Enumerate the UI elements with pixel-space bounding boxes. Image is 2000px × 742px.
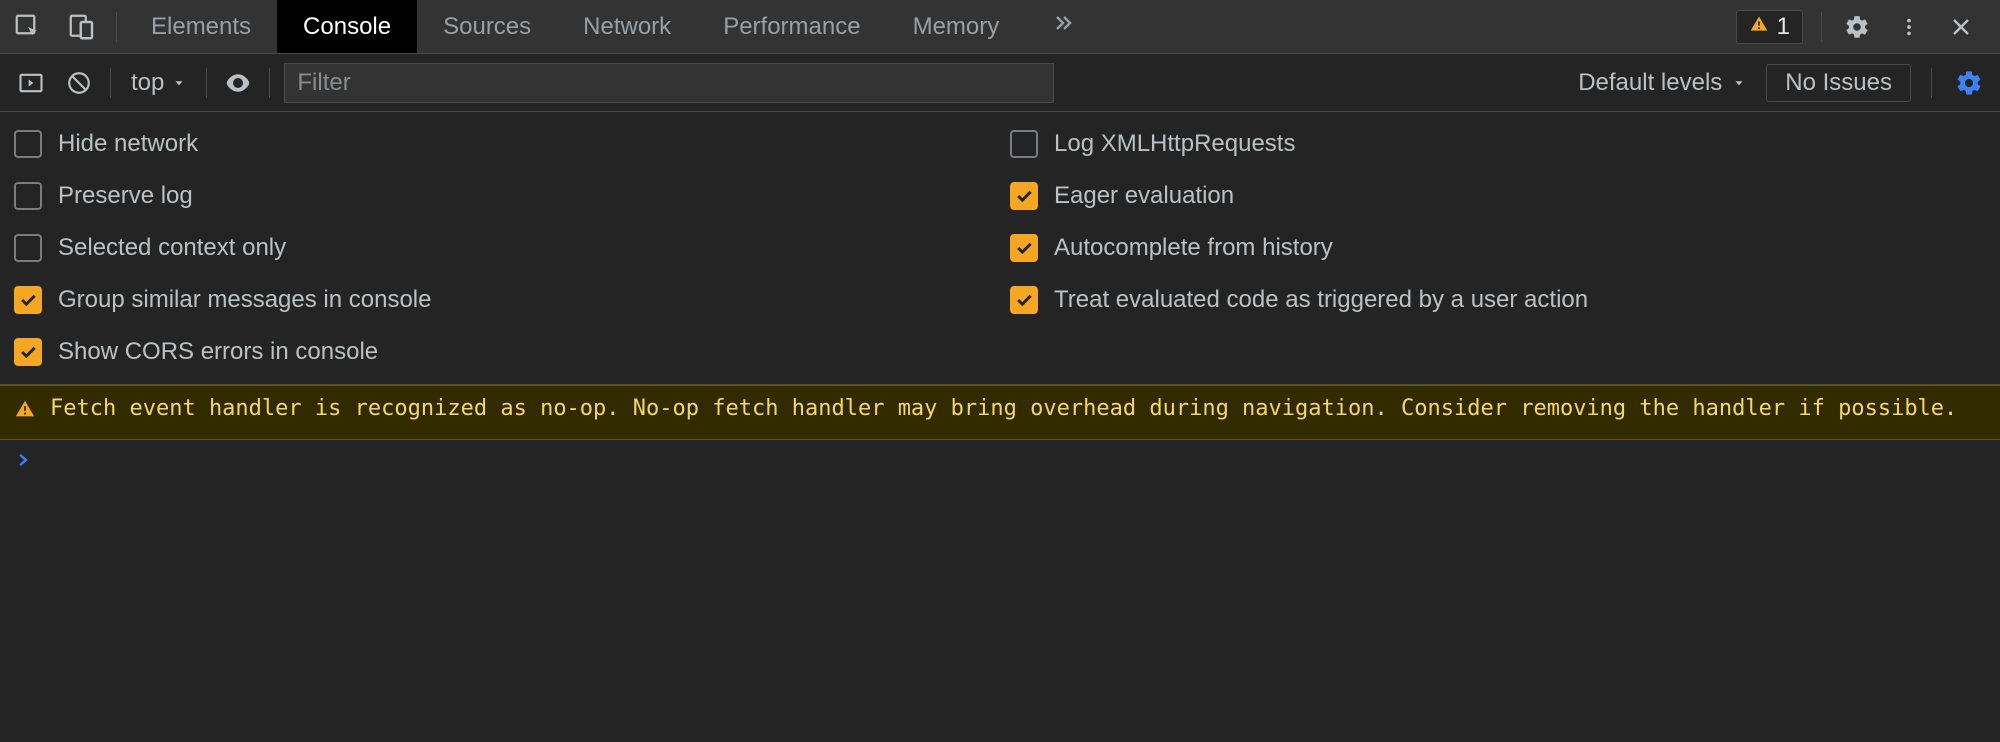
tabbar-right-group: 1 xyxy=(1726,0,2000,53)
tab-sources[interactable]: Sources xyxy=(417,0,557,53)
tabs-overflow[interactable] xyxy=(1025,0,1101,53)
setting-selected-context-only[interactable]: Selected context only xyxy=(14,234,990,262)
settings-gear-icon[interactable] xyxy=(1840,10,1874,44)
warning-message-text: Fetch event handler is recognized as no-… xyxy=(50,394,1957,424)
tab-label: Network xyxy=(583,13,671,41)
setting-show-cors-errors[interactable]: Show CORS errors in console xyxy=(14,338,990,366)
checkbox[interactable] xyxy=(1010,130,1038,158)
checkbox[interactable] xyxy=(14,286,42,314)
divider xyxy=(1821,12,1822,42)
tabbar-spacer xyxy=(1101,0,1725,53)
live-expression-icon[interactable] xyxy=(221,66,255,100)
tab-label: Console xyxy=(303,13,391,41)
setting-label: Preserve log xyxy=(58,182,193,210)
tabbar-left-group xyxy=(0,0,125,53)
empty-cell xyxy=(1010,338,1986,366)
setting-treat-evaluated-as-user-action[interactable]: Treat evaluated code as triggered by a u… xyxy=(1010,286,1986,314)
clear-console-icon[interactable] xyxy=(62,66,96,100)
tab-memory[interactable]: Memory xyxy=(887,0,1026,53)
device-toggle-icon[interactable] xyxy=(62,7,102,47)
tab-network[interactable]: Network xyxy=(557,0,697,53)
console-settings-panel: Hide network Log XMLHttpRequests Preserv… xyxy=(0,112,2000,385)
warning-count-badge[interactable]: 1 xyxy=(1736,10,1803,44)
close-icon[interactable] xyxy=(1944,10,1978,44)
divider xyxy=(1931,68,1932,98)
dropdown-triangle-icon xyxy=(1732,69,1746,97)
warning-count-text: 1 xyxy=(1777,13,1790,41)
prompt-chevron-icon xyxy=(14,450,32,475)
tab-label: Sources xyxy=(443,13,531,41)
divider xyxy=(110,68,111,98)
setting-log-xhr[interactable]: Log XMLHttpRequests xyxy=(1010,130,1986,158)
tab-elements[interactable]: Elements xyxy=(125,0,277,53)
setting-eager-evaluation[interactable]: Eager evaluation xyxy=(1010,182,1986,210)
checkbox[interactable] xyxy=(14,338,42,366)
tab-label: Memory xyxy=(913,13,1000,41)
warning-triangle-icon xyxy=(1749,13,1769,41)
chevron-double-right-icon xyxy=(1051,11,1075,42)
dropdown-triangle-icon xyxy=(172,69,186,97)
tab-console[interactable]: Console xyxy=(277,0,417,53)
setting-label: Show CORS errors in console xyxy=(58,338,378,366)
setting-label: Selected context only xyxy=(58,234,286,262)
divider xyxy=(269,68,270,98)
tabs-group: Elements Console Sources Network Perform… xyxy=(125,0,1101,53)
toolbar-right-group: Default levels No Issues xyxy=(1578,64,1986,102)
setting-group-similar-messages[interactable]: Group similar messages in console xyxy=(14,286,990,314)
setting-label: Log XMLHttpRequests xyxy=(1054,130,1295,158)
tab-label: Elements xyxy=(151,13,251,41)
levels-label: Default levels xyxy=(1578,69,1722,97)
setting-label: Eager evaluation xyxy=(1054,182,1234,210)
console-settings-gear-icon[interactable] xyxy=(1952,66,1986,100)
tab-performance[interactable]: Performance xyxy=(697,0,886,53)
issues-label: No Issues xyxy=(1785,69,1892,96)
filter-input[interactable] xyxy=(284,63,1054,103)
divider xyxy=(206,68,207,98)
setting-preserve-log[interactable]: Preserve log xyxy=(14,182,990,210)
checkbox[interactable] xyxy=(14,130,42,158)
devtools-tabbar: Elements Console Sources Network Perform… xyxy=(0,0,2000,54)
console-warning-message[interactable]: Fetch event handler is recognized as no-… xyxy=(0,385,2000,440)
context-label: top xyxy=(131,69,164,97)
setting-hide-network[interactable]: Hide network xyxy=(14,130,990,158)
checkbox[interactable] xyxy=(14,234,42,262)
inspect-icon[interactable] xyxy=(8,7,48,47)
checkbox[interactable] xyxy=(1010,234,1038,262)
execution-context-dropdown[interactable]: top xyxy=(125,69,192,97)
issues-button[interactable]: No Issues xyxy=(1766,64,1911,102)
toggle-sidebar-icon[interactable] xyxy=(14,66,48,100)
checkbox[interactable] xyxy=(1010,286,1038,314)
setting-label: Hide network xyxy=(58,130,198,158)
kebab-menu-icon[interactable] xyxy=(1892,10,1926,44)
setting-label: Autocomplete from history xyxy=(1054,234,1333,262)
setting-autocomplete-from-history[interactable]: Autocomplete from history xyxy=(1010,234,1986,262)
checkbox[interactable] xyxy=(1010,182,1038,210)
divider xyxy=(116,12,117,42)
log-levels-dropdown[interactable]: Default levels xyxy=(1578,69,1746,97)
console-toolbar: top Default levels No Issues xyxy=(0,54,2000,112)
setting-label: Group similar messages in console xyxy=(58,286,432,314)
tab-label: Performance xyxy=(723,13,860,41)
setting-label: Treat evaluated code as triggered by a u… xyxy=(1054,286,1588,314)
console-prompt[interactable] xyxy=(0,440,2000,485)
checkbox[interactable] xyxy=(14,182,42,210)
warning-triangle-icon xyxy=(14,398,36,429)
